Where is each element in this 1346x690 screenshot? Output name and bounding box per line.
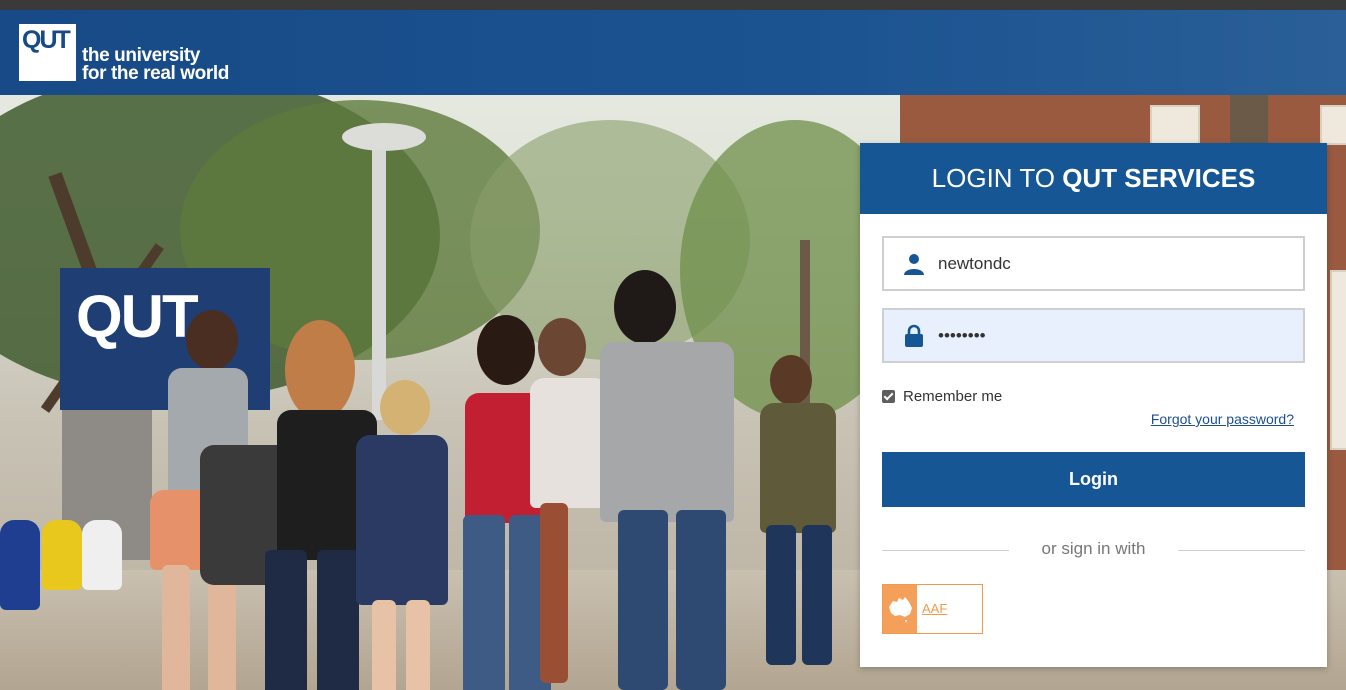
- forgot-password-link[interactable]: Forgot your password?: [1151, 411, 1294, 427]
- lock-icon: [902, 324, 926, 348]
- browser-top-strip: [0, 0, 1346, 10]
- qut-logo[interactable]: QUT: [19, 24, 76, 81]
- tagline-line-2: for the real world: [82, 63, 229, 84]
- lamp-head: [342, 123, 426, 151]
- title-bold: QUT SERVICES: [1062, 163, 1256, 193]
- aaf-label: AAF: [922, 601, 948, 616]
- remember-me[interactable]: Remember me: [882, 387, 1002, 405]
- university-tagline: the university for the real world: [82, 46, 229, 84]
- qut-sign-lettering: QUT: [76, 283, 199, 350]
- login-button[interactable]: Login: [882, 452, 1305, 507]
- divider-line-right: [1178, 550, 1305, 551]
- user-icon: [902, 252, 926, 276]
- australia-map-icon: [883, 585, 917, 633]
- qut-logo-text: QUT: [22, 26, 71, 54]
- alt-signin-text: or sign in with: [1041, 539, 1146, 558]
- remember-me-checkbox[interactable]: [882, 389, 895, 403]
- login-page: QUT QUT the university for the real worl…: [0, 0, 1346, 690]
- site-header: QUT the university for the real world: [0, 10, 1346, 95]
- building-window: [1330, 270, 1346, 450]
- title-prefix: LOGIN TO: [931, 163, 1063, 193]
- username-input[interactable]: [938, 248, 1288, 279]
- password-input[interactable]: [938, 320, 1288, 351]
- login-panel: LOGIN TO QUT SERVICES Remember m: [860, 143, 1327, 667]
- building-window: [1320, 105, 1346, 145]
- login-panel-title: LOGIN TO QUT SERVICES: [860, 143, 1327, 214]
- remember-me-label: Remember me: [903, 387, 1003, 405]
- lamp-pole: [372, 150, 386, 420]
- aaf-signin-button[interactable]: AAF: [882, 584, 983, 634]
- username-field[interactable]: [882, 236, 1305, 291]
- alt-signin-divider: or sign in with: [882, 539, 1305, 561]
- password-field[interactable]: [882, 308, 1305, 363]
